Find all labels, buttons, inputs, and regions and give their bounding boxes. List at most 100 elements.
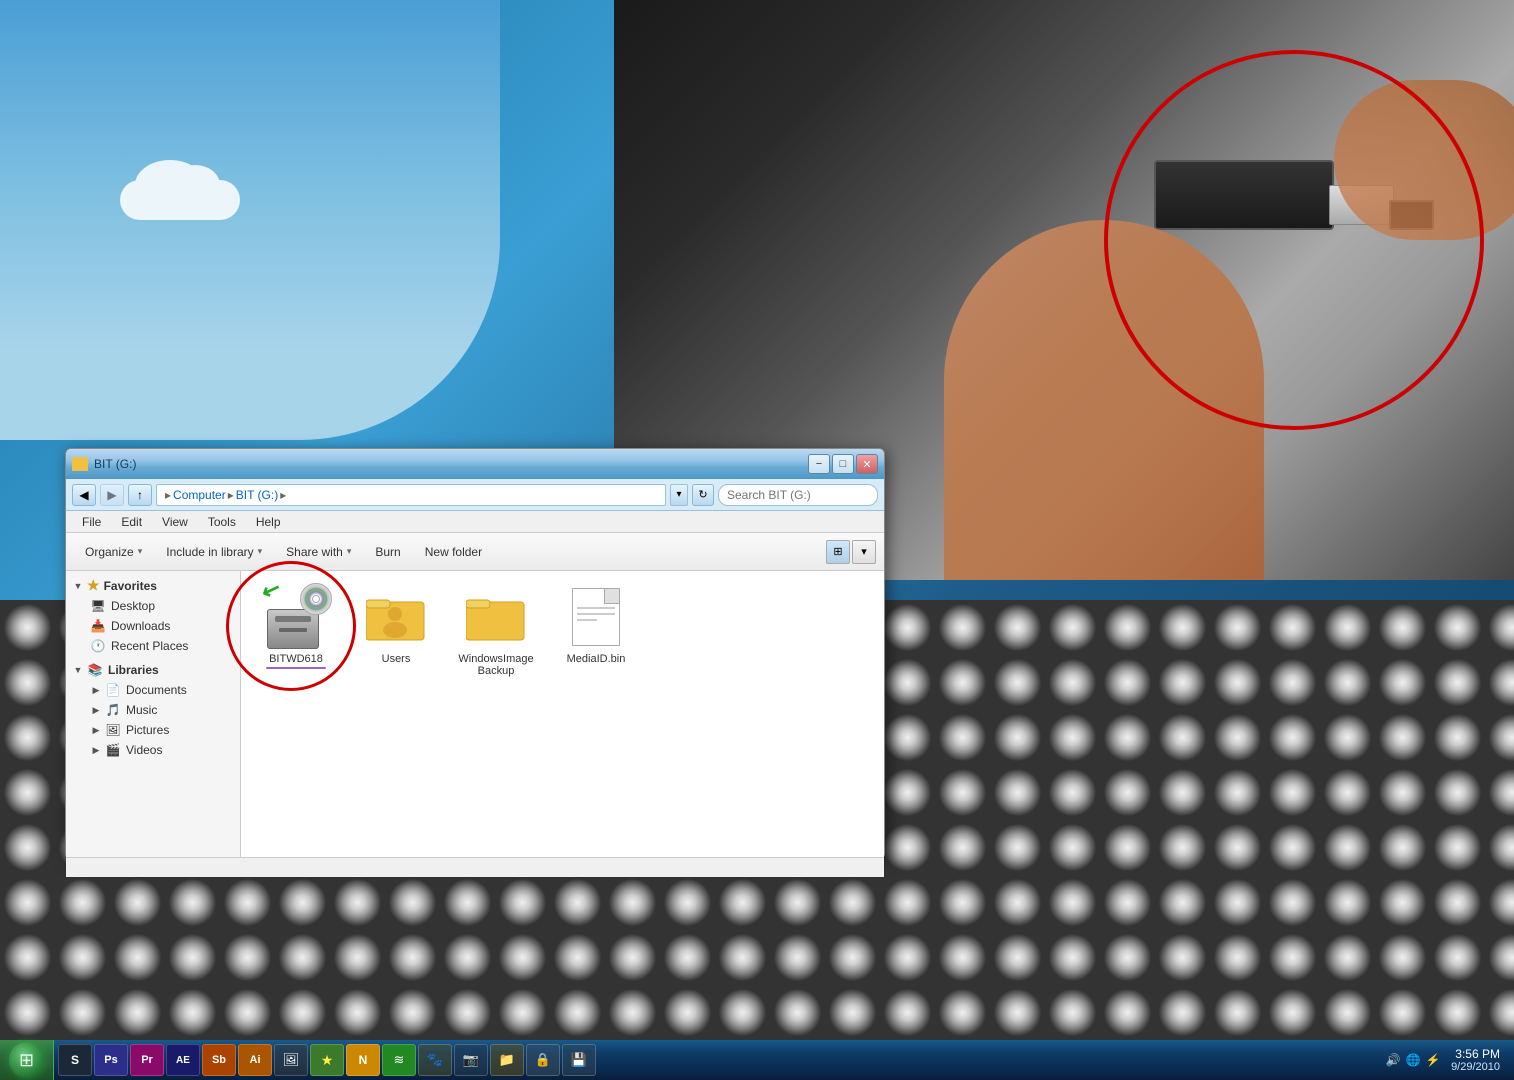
taskbar-app-6[interactable]: 🖼 [274,1044,308,1076]
main-content: ▼ ★ Favorites 🖥 Desktop 📥 Downloads 🕐 [66,571,884,857]
file-item-users[interactable]: Users [351,581,441,681]
sidebar-item-music[interactable]: ▶ 🎵 Music [66,700,240,720]
taskbar-after-effects[interactable]: AE [166,1044,200,1076]
taskbar-app-13[interactable]: 🔒 [526,1044,560,1076]
taskbar-app-14[interactable]: 💾 [562,1044,596,1076]
file-item-windows-image-backup[interactable]: WindowsImageBackup [451,581,541,681]
documents-icon: 📄 [105,682,121,698]
burn-button[interactable]: Burn [364,538,411,566]
toolbar-right: ⊞ ▾ [826,540,876,564]
window-title-area: BIT (G:) [72,457,136,471]
forward-button[interactable]: ▶ [100,484,124,506]
taskbar-app-10[interactable]: 🐾 [418,1044,452,1076]
sidebar-item-documents[interactable]: ▶ 📄 Documents [66,680,240,700]
menu-view[interactable]: View [154,513,196,531]
maximize-button[interactable]: □ [832,454,854,474]
app6-icon: 🖼 [281,1050,301,1070]
sidebar-item-desktop[interactable]: 🖥 Desktop [66,596,240,616]
menu-bar: File Edit View Tools Help [66,511,884,533]
tray-icon-2[interactable]: 🌐 [1405,1052,1421,1068]
address-bar: ◀ ▶ ↑ ▸ Computer ▸ BIT (G:) ▸ ▾ ↻ [66,479,884,511]
taskbar-steam[interactable]: S [58,1044,92,1076]
start-button[interactable]: ⊞ [0,1040,54,1080]
clock-date: 9/29/2010 [1451,1061,1500,1073]
documents-expand: ▶ [90,684,102,696]
view-toggle-button[interactable]: ⊞ [826,540,850,564]
share-with-button[interactable]: Share with ▾ [275,538,362,566]
libraries-header[interactable]: ▼ 📚 Libraries [66,660,240,680]
doc-line-1 [577,607,615,609]
breadcrumb-separator-3: ▸ [280,488,286,502]
organize-button[interactable]: Organize ▾ [74,538,153,566]
pictures-icon: 🖼 [105,722,121,738]
sidebar-item-downloads[interactable]: 📥 Downloads [66,616,240,636]
app7-icon: ★ [317,1050,337,1070]
menu-help[interactable]: Help [248,513,289,531]
drive-icon-container: ↙ [264,585,328,649]
app14-icon: 💾 [569,1050,589,1070]
taskbar-items: S Ps Pr AE Sb Ai 🖼 ★ N [54,1040,1377,1080]
breadcrumb-bit-drive[interactable]: BIT (G:) [236,488,278,502]
sidebar-item-videos[interactable]: ▶ 🎬 Videos [66,740,240,760]
breadcrumb-separator-2: ▸ [228,488,234,502]
close-button[interactable]: ✕ [856,454,878,474]
photoshop-icon: Ps [101,1050,121,1070]
menu-file[interactable]: File [74,513,109,531]
taskbar-illustrator[interactable]: Ai [238,1044,272,1076]
taskbar-premiere[interactable]: Pr [130,1044,164,1076]
taskbar-photoshop[interactable]: Ps [94,1044,128,1076]
music-expand: ▶ [90,704,102,716]
cloud [120,180,240,220]
start-orb: ⊞ [9,1042,45,1078]
window-controls: − □ ✕ [808,454,878,474]
file-item-mediaid[interactable]: MediaID.bin [551,581,641,681]
taskbar-norton[interactable]: N [346,1044,380,1076]
taskbar-app-9[interactable]: ≋ [382,1044,416,1076]
hdd-detail [275,616,311,622]
taskbar-app-12[interactable]: 📁 [490,1044,524,1076]
favorites-section: ▼ ★ Favorites 🖥 Desktop 📥 Downloads 🕐 [66,575,240,656]
sidebar-item-recent-places[interactable]: 🕐 Recent Places [66,636,240,656]
title-folder-icon [72,457,88,471]
app11-icon: 📷 [461,1050,481,1070]
clock[interactable]: 3:56 PM 9/29/2010 [1445,1047,1506,1073]
back-button[interactable]: ◀ [72,484,96,506]
norton-icon: N [353,1050,373,1070]
tray-icon-1[interactable]: 🔊 [1385,1052,1401,1068]
windows-logo-icon: ⊞ [19,1050,34,1071]
file-item-bitwd618[interactable]: ↙ BITWD618 [251,581,341,681]
taskbar-app-11[interactable]: 📷 [454,1044,488,1076]
taskbar-soundbooth[interactable]: Sb [202,1044,236,1076]
view-dropdown-button[interactable]: ▾ [852,540,876,564]
minimize-button[interactable]: − [808,454,830,474]
cd-icon [300,583,332,615]
include-library-button[interactable]: Include in library ▾ [155,538,273,566]
finger-bottom [944,220,1264,580]
libraries-label: Libraries [108,663,159,677]
file-label-users: Users [382,653,411,665]
sidebar-item-pictures[interactable]: ▶ 🖼 Pictures [66,720,240,740]
desktop: BIT (G:) − □ ✕ ◀ ▶ ↑ ▸ Computer ▸ BIT (G… [0,0,1514,1080]
share-dropdown-arrow: ▾ [347,546,352,557]
taskbar-app-7[interactable]: ★ [310,1044,344,1076]
pictures-expand: ▶ [90,724,102,736]
favorites-header[interactable]: ▼ ★ Favorites [66,575,240,596]
tray-icon-3[interactable]: ⚡ [1425,1052,1441,1068]
breadcrumb-computer[interactable]: Computer [173,488,226,502]
search-input[interactable] [718,484,878,506]
libraries-section: ▼ 📚 Libraries ▶ 📄 Documents ▶ 🎵 Music [66,660,240,760]
new-folder-button[interactable]: New folder [414,538,493,566]
file-label-bitwd618: BITWD618 [269,653,323,665]
clock-time: 3:56 PM [1455,1047,1500,1061]
menu-edit[interactable]: Edit [113,513,150,531]
address-path[interactable]: ▸ Computer ▸ BIT (G:) ▸ [156,484,666,506]
up-button[interactable]: ↑ [128,484,152,506]
menu-tools[interactable]: Tools [200,513,244,531]
libraries-expand-icon: ▼ [72,664,84,676]
music-icon: 🎵 [105,702,121,718]
refresh-button[interactable]: ↻ [692,484,714,506]
doc-line-2 [577,613,615,615]
window-title: BIT (G:) [94,457,136,471]
address-dropdown[interactable]: ▾ [670,484,688,506]
premiere-icon: Pr [137,1050,157,1070]
